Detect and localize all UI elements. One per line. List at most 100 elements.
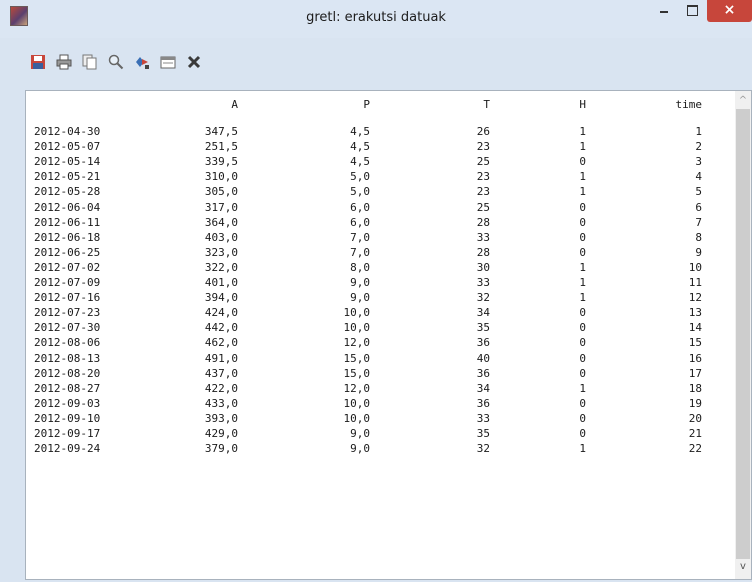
cell-value: 23: [476, 185, 490, 199]
cell-value: 5,0: [350, 170, 370, 184]
cell-value: 0: [579, 366, 586, 380]
cell-value: 17: [688, 366, 702, 380]
cell-value: 35: [476, 427, 490, 440]
scroll-thumb[interactable]: [736, 109, 750, 559]
row-date: 2012-05-28: [34, 185, 101, 199]
cell-value: 2: [695, 140, 702, 154]
cell-value: 429,0: [204, 427, 238, 440]
cell-value: 26: [476, 125, 490, 138]
window-title: gretl: erakutsi datuak: [306, 10, 446, 25]
cell-value: 1: [579, 185, 586, 199]
cell-value: 310,0: [204, 170, 238, 184]
cell-value: 6,0: [350, 215, 370, 229]
cell-value: 339,5: [204, 155, 238, 169]
data-text-area[interactable]: A P T H time 2012-04-30 347,5 4,5 26 1 1 2012-…: [25, 90, 752, 580]
row-date: 2012-05-21: [34, 170, 101, 184]
row-date: 2012-08-20: [34, 366, 101, 380]
cell-value: 35: [476, 321, 490, 335]
cell-value: 34: [476, 381, 490, 395]
print-icon: [56, 54, 72, 70]
title-bar[interactable]: gretl: erakutsi datuak ×: [0, 0, 752, 38]
row-date: 2012-07-16: [34, 291, 101, 305]
cell-value: 1: [579, 276, 586, 289]
close-window-button[interactable]: ×: [707, 0, 752, 22]
cell-value: 322,0: [204, 260, 238, 274]
maximize-button[interactable]: [679, 0, 705, 22]
row-date: 2012-07-09: [34, 276, 101, 289]
scroll-down-icon[interactable]: v: [735, 561, 751, 572]
row-date: 2012-06-04: [34, 200, 101, 214]
cell-value: 437,0: [204, 366, 238, 380]
cell-value: 18: [688, 381, 702, 395]
cell-value: 14: [688, 321, 702, 335]
cell-value: 364,0: [204, 215, 238, 229]
scroll-up-icon[interactable]: ^: [735, 95, 751, 106]
cell-value: 22: [688, 442, 702, 456]
cell-value: 33: [476, 230, 490, 244]
column-header-A: A: [231, 98, 238, 111]
cell-value: 36: [476, 396, 490, 410]
copy-button[interactable]: [80, 52, 100, 72]
cell-value: 34: [476, 306, 490, 320]
cell-value: 16: [688, 351, 702, 365]
cell-value: 1: [579, 140, 586, 154]
row-date: 2012-09-24: [34, 442, 101, 456]
cell-value: 1: [579, 291, 586, 305]
cell-value: 323,0: [204, 245, 238, 259]
cell-value: 1: [579, 170, 586, 184]
row-date: 2012-09-17: [34, 427, 101, 440]
cell-value: 7: [695, 215, 702, 229]
window-list-button[interactable]: [158, 52, 178, 72]
cell-value: 9,0: [350, 291, 370, 305]
column-header-H: H: [579, 98, 586, 111]
cell-value: 9,0: [350, 276, 370, 289]
cell-value: 10: [688, 260, 702, 274]
save-button[interactable]: [28, 52, 48, 72]
cell-value: 0: [579, 321, 586, 335]
cell-value: 9,0: [350, 442, 370, 456]
column-header-time: time: [675, 98, 703, 111]
cell-value: 33: [476, 276, 490, 289]
cell-value: 36: [476, 336, 490, 350]
vertical-scrollbar[interactable]: ^ v: [735, 91, 751, 579]
cell-value: 0: [579, 427, 586, 440]
cell-value: 8: [695, 230, 702, 244]
cell-value: 36: [476, 366, 490, 380]
cell-value: 12: [688, 291, 702, 305]
cell-value: 4,5: [350, 140, 370, 154]
cell-value: 10,0: [343, 396, 371, 410]
cell-value: 0: [579, 351, 586, 365]
close-icon: [187, 55, 201, 69]
cell-value: 393,0: [204, 411, 238, 425]
row-date: 2012-09-03: [34, 396, 101, 410]
cell-value: 32: [476, 442, 490, 456]
cell-value: 0: [579, 306, 586, 320]
column-header-P: P: [363, 98, 370, 111]
cell-value: 10,0: [343, 411, 371, 425]
minimize-button[interactable]: [651, 0, 677, 22]
cell-value: 3: [695, 155, 702, 169]
find-button[interactable]: [106, 52, 126, 72]
cell-value: 30: [476, 260, 490, 274]
close-window-icon: ×: [723, 2, 736, 18]
cell-value: 23: [476, 170, 490, 184]
cell-value: 15,0: [343, 366, 371, 380]
edit-values-button[interactable]: [132, 52, 152, 72]
cell-value: 424,0: [204, 306, 238, 320]
close-button[interactable]: [184, 52, 204, 72]
cell-value: 0: [579, 411, 586, 425]
column-header-T: T: [483, 98, 490, 111]
cell-value: 12,0: [343, 336, 371, 350]
row-date: 2012-07-30: [34, 321, 101, 335]
cell-value: 6: [695, 200, 702, 214]
cell-value: 4: [695, 170, 702, 184]
cell-value: 1: [579, 260, 586, 274]
cell-value: 401,0: [204, 276, 238, 289]
cell-value: 7,0: [350, 245, 370, 259]
print-button[interactable]: [54, 52, 74, 72]
cell-value: 0: [579, 200, 586, 214]
cell-value: 4,5: [350, 125, 370, 138]
cell-value: 9,0: [350, 427, 370, 440]
row-date: 2012-04-30: [34, 125, 101, 138]
cell-value: 0: [579, 155, 586, 169]
